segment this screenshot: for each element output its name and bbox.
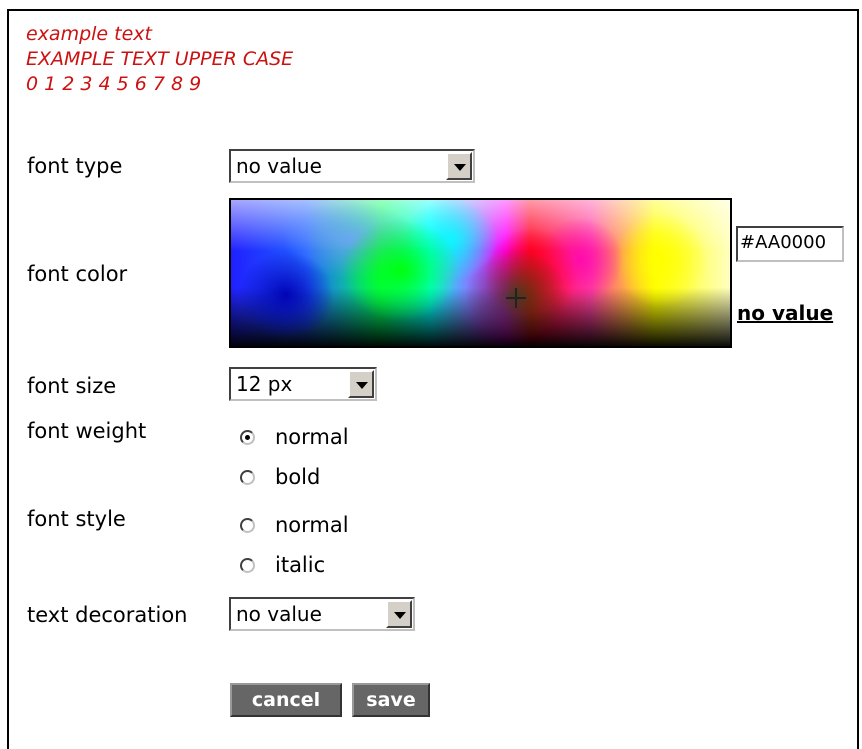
- font-weight-normal-label: normal: [275, 425, 349, 449]
- font-size-label: font size: [27, 374, 117, 398]
- save-button[interactable]: save: [352, 683, 430, 717]
- font-style-italic-label: italic: [275, 553, 326, 577]
- preview-line-lowercase: example text: [26, 23, 152, 45]
- font-type-select[interactable]: no value: [229, 149, 475, 183]
- radio-button[interactable]: [240, 517, 255, 533]
- text-decoration-label: text decoration: [27, 603, 188, 627]
- font-style-italic-option[interactable]: italic: [240, 553, 325, 577]
- font-weight-bold-option[interactable]: bold: [240, 465, 320, 489]
- font-style-normal-option[interactable]: normal: [240, 513, 349, 537]
- chevron-down-icon[interactable]: [386, 600, 412, 628]
- radio-button[interactable]: [240, 557, 255, 573]
- chevron-down-icon[interactable]: [446, 152, 472, 180]
- font-color-label: font color: [27, 262, 128, 286]
- text-decoration-select[interactable]: no value: [229, 597, 415, 631]
- font-weight-normal-option[interactable]: normal: [240, 425, 349, 449]
- color-palette[interactable]: [229, 198, 732, 348]
- crosshair-icon: [506, 288, 526, 308]
- text-preview: example text EXAMPLE TEXT UPPER CASE 0 1…: [26, 22, 293, 97]
- preview-line-digits: 0 1 2 3 4 5 6 7 8 9: [26, 73, 202, 95]
- font-style-normal-label: normal: [275, 513, 349, 537]
- font-weight-bold-label: bold: [275, 465, 321, 489]
- text-decoration-value: no value: [236, 602, 322, 626]
- radio-button-checked[interactable]: [240, 429, 255, 445]
- editor-frame: [7, 9, 859, 749]
- font-type-label: font type: [27, 154, 123, 178]
- no-value-link[interactable]: no value: [737, 301, 833, 325]
- cancel-button[interactable]: cancel: [230, 683, 342, 717]
- hex-color-input[interactable]: #AA0000: [736, 226, 844, 262]
- font-size-select[interactable]: 12 px: [229, 367, 377, 401]
- font-style-label: font style: [27, 507, 126, 531]
- preview-line-uppercase: EXAMPLE TEXT UPPER CASE: [26, 48, 294, 70]
- font-size-value: 12 px: [236, 372, 293, 396]
- font-weight-label: font weight: [27, 419, 147, 443]
- chevron-down-icon[interactable]: [348, 370, 374, 398]
- radio-button[interactable]: [240, 469, 255, 485]
- font-type-value: no value: [236, 154, 322, 178]
